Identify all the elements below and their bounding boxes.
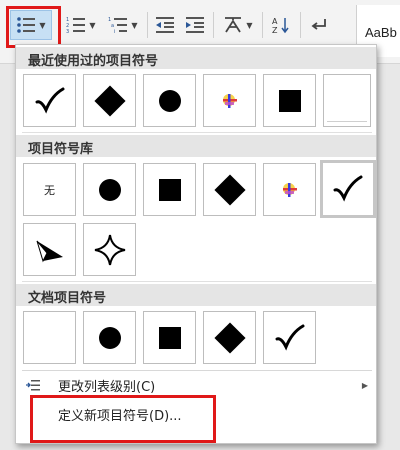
paragraph-mark-icon	[311, 19, 326, 30]
chinese-layout-button[interactable]: ▼	[220, 10, 256, 40]
recent-bullet-checkmark[interactable]	[23, 74, 76, 127]
decrease-indent-button[interactable]	[152, 10, 178, 40]
bullet-library-dropdown: 最近使用过的项目符号 项目符号库 无 文档项目符号 更改列表级别(C) ▶ 定义…	[15, 44, 377, 444]
toolbar-divider	[213, 12, 214, 38]
section-divider	[22, 281, 372, 282]
recent-bullet-blank[interactable]	[323, 74, 371, 127]
numbering-button[interactable]: 1 2 3 ▼	[62, 10, 100, 40]
diamond-icon	[93, 84, 126, 117]
bullets-button[interactable]: ▼	[10, 10, 52, 40]
show-paragraph-marks-button[interactable]	[306, 10, 332, 40]
increase-indent-icon	[186, 17, 204, 33]
circle-icon	[98, 178, 121, 201]
square-icon	[158, 178, 181, 201]
picture-bullet-icon	[282, 182, 297, 197]
chinese-layout-icon	[225, 17, 242, 33]
chevron-down-icon[interactable]: ▼	[89, 21, 95, 30]
diamond-icon	[213, 321, 246, 354]
document-bullet-checkmark[interactable]	[263, 311, 316, 364]
document-bullet-circle[interactable]	[83, 311, 136, 364]
four-point-star-icon	[94, 234, 125, 265]
section-divider	[22, 132, 372, 133]
sort-button[interactable]: A Z	[268, 10, 294, 40]
change-list-level-menu-item[interactable]: 更改列表级别(C) ▶	[16, 372, 376, 398]
square-icon	[278, 89, 301, 112]
recent-bullet-picture[interactable]	[203, 74, 256, 127]
library-bullet-circle[interactable]	[83, 163, 136, 216]
svg-text:i: i	[114, 29, 115, 34]
square-icon	[158, 326, 181, 349]
document-bullet-blank[interactable]	[23, 311, 76, 364]
section-header-library: 项目符号库	[16, 135, 376, 157]
numbering-icon: 1 2 3	[66, 17, 86, 34]
library-bullet-none-label: 无	[44, 183, 55, 197]
sort-icon: A Z	[272, 17, 289, 34]
recent-bullet-diamond[interactable]	[83, 74, 136, 127]
library-bullet-none[interactable]: 无	[23, 163, 76, 216]
library-bullet-picture[interactable]	[263, 163, 316, 216]
submenu-arrow-icon: ▶	[361, 380, 368, 390]
define-new-bullet-menu-item[interactable]: 定义新项目符号(D)...	[16, 401, 376, 427]
toolbar-divider	[147, 12, 148, 38]
svg-text:3: 3	[66, 29, 69, 34]
toolbar-divider	[262, 12, 263, 38]
menu-divider	[22, 370, 372, 371]
library-bullet-checkmark-selected[interactable]	[320, 160, 376, 218]
multilevel-list-icon: 1 a i	[108, 17, 128, 34]
section-header-recent: 最近使用过的项目符号	[16, 47, 376, 69]
change-list-level-label: 更改列表级别(C)	[58, 379, 156, 395]
diamond-icon	[213, 173, 246, 206]
chevron-down-icon[interactable]: ▼	[131, 21, 137, 30]
checkmark-icon	[35, 87, 64, 114]
library-bullet-square[interactable]	[143, 163, 196, 216]
arrowhead-icon	[36, 240, 63, 262]
library-bullet-star[interactable]	[83, 223, 136, 276]
recent-bullet-square[interactable]	[263, 74, 316, 127]
picture-bullet-icon	[222, 93, 237, 108]
style-preview-text: AaBb	[365, 25, 397, 40]
checkmark-icon	[333, 175, 363, 202]
blank-bullet-preview	[327, 121, 367, 122]
list-level-icon	[26, 380, 40, 391]
library-bullet-diamond[interactable]	[203, 163, 256, 216]
document-bullet-diamond[interactable]	[203, 311, 256, 364]
checkmark-icon	[275, 324, 304, 351]
bullets-icon	[17, 17, 36, 33]
chevron-down-icon[interactable]: ▼	[246, 21, 252, 30]
chevron-down-icon[interactable]: ▼	[39, 21, 45, 30]
library-bullet-arrowhead[interactable]	[23, 223, 76, 276]
section-header-document: 文档项目符号	[16, 284, 376, 306]
toolbar-divider	[300, 12, 301, 38]
svg-text:A: A	[272, 17, 278, 26]
circle-icon	[98, 326, 121, 349]
svg-text:Z: Z	[272, 26, 278, 34]
recent-bullet-circle[interactable]	[143, 74, 196, 127]
multilevel-list-button[interactable]: 1 a i ▼	[104, 10, 142, 40]
circle-icon	[158, 89, 181, 112]
blank-bullet-preview	[24, 312, 76, 364]
define-new-bullet-label: 定义新项目符号(D)...	[58, 408, 182, 424]
increase-indent-button[interactable]	[182, 10, 208, 40]
document-bullet-square[interactable]	[143, 311, 196, 364]
decrease-indent-icon	[156, 17, 174, 33]
